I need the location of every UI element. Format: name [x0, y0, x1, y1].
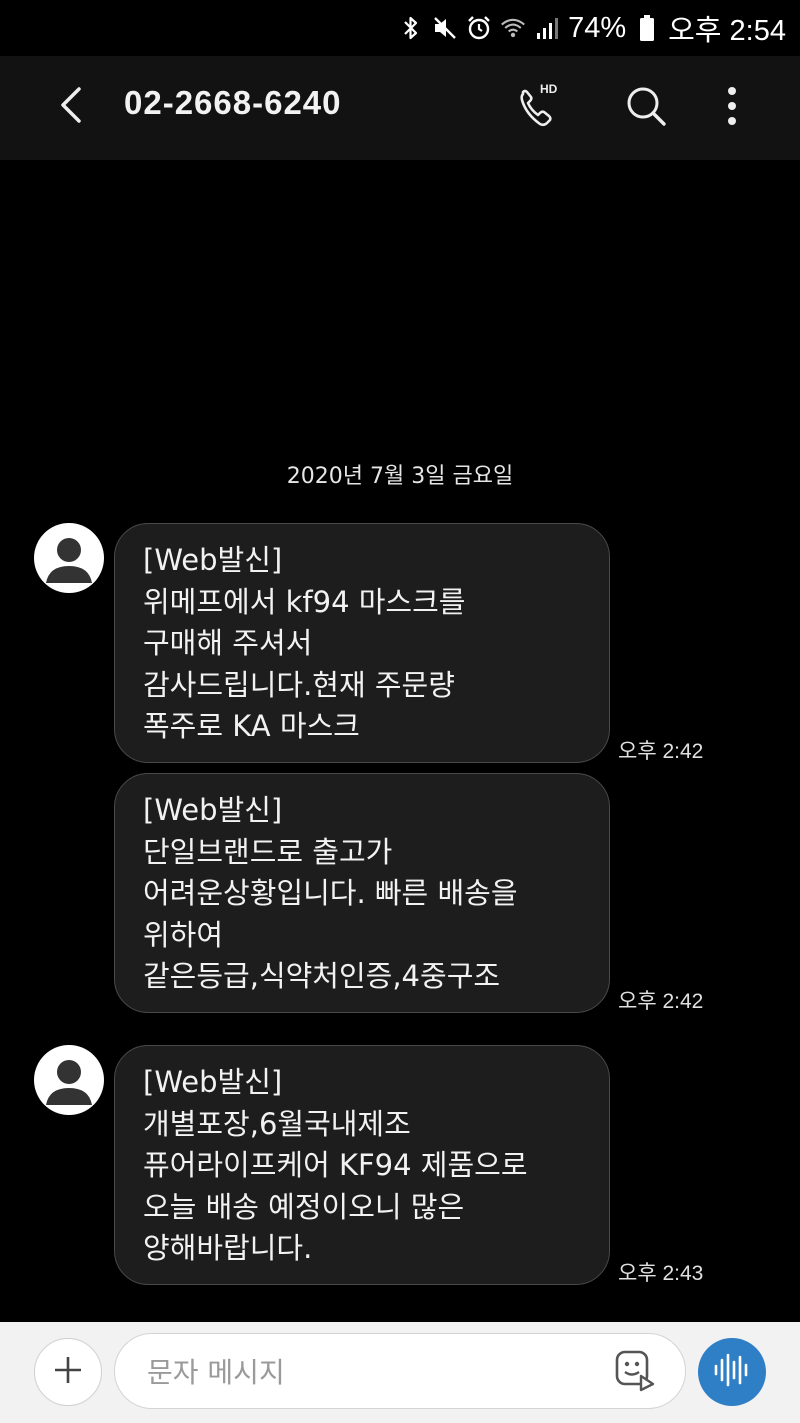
message-input-container	[114, 1333, 686, 1409]
sticker-icon	[613, 1348, 657, 1396]
hd-badge: HD	[540, 82, 558, 96]
bluetooth-icon	[398, 15, 424, 41]
message-line: 오늘 배송 예정이오니 많은	[143, 1189, 465, 1224]
message-time: 오후 2:43	[618, 1262, 704, 1285]
message-bubble[interactable]: [Web발신] 위메프에서 kf94 마스크를 구매해 주셔서 감사드립니다.현…	[114, 523, 610, 763]
message-line: 구매해 주셔서	[143, 626, 313, 660]
message-line: 퓨어라이프케어 KF94 제품으로	[143, 1148, 528, 1182]
more-vert-icon	[726, 86, 738, 130]
hd-call-button[interactable]: HD	[512, 82, 564, 134]
voice-input-button[interactable]	[698, 1338, 766, 1406]
search-button[interactable]	[620, 82, 672, 134]
message-line: 위하여	[143, 917, 224, 952]
date-separator: 2020년 7월 3일 금요일	[286, 464, 514, 489]
message-line: [Web발신]	[143, 543, 283, 577]
back-button[interactable]	[46, 82, 96, 132]
message-line: 어려운상황입니다. 빠른 배송을	[143, 876, 518, 910]
status-time: 오후 2:54	[668, 15, 786, 47]
message-line: 감사드립니다.현재 주문량	[143, 667, 455, 702]
wifi-icon	[500, 15, 526, 41]
message-line: 위메프에서 kf94 마스크를	[143, 584, 466, 619]
message-line: [Web발신]	[143, 1065, 283, 1099]
status-icons: 74% 오후 2:54	[398, 8, 786, 48]
message-line: 같은등급,식약처인증,4중구조	[143, 959, 501, 993]
sender-avatar[interactable]	[34, 1045, 104, 1115]
hd-call-icon: HD	[514, 82, 562, 132]
signal-icon	[534, 15, 560, 41]
contact-title: 02-2668-6240	[124, 84, 342, 121]
person-icon	[34, 523, 104, 593]
message-line: [Web발신]	[143, 793, 283, 827]
message-bubble[interactable]: [Web발신] 개별포장,6월국내제조 퓨어라이프케어 KF94 제품으로 오늘…	[114, 1045, 610, 1285]
message-line: 폭주로 KA 마스크	[143, 709, 360, 743]
conversation-header: 02-2668-6240 HD	[0, 56, 800, 160]
message-bubble[interactable]: [Web발신] 단일브랜드로 출고가 어려운상황입니다. 빠른 배송을 위하여 …	[114, 773, 610, 1013]
voice-input-icon	[712, 1352, 752, 1392]
message-input[interactable]	[145, 1346, 589, 1398]
sticker-button[interactable]	[611, 1348, 659, 1396]
back-arrow-icon	[57, 85, 85, 129]
status-bar: 74% 오후 2:54	[0, 0, 800, 56]
sender-avatar[interactable]	[34, 523, 104, 593]
alarm-icon	[466, 15, 492, 41]
mute-icon	[432, 15, 458, 41]
message-time: 오후 2:42	[618, 990, 704, 1013]
battery-percent: 74%	[568, 11, 627, 44]
plus-icon	[52, 1354, 84, 1390]
message-time: 오후 2:42	[618, 740, 704, 763]
message-line: 양해바랍니다.	[143, 1231, 313, 1265]
search-icon	[624, 84, 668, 132]
person-icon	[34, 1045, 104, 1115]
add-attachment-button[interactable]	[34, 1338, 102, 1406]
message-composer	[0, 1322, 800, 1423]
message-line: 단일브랜드로 출고가	[143, 834, 393, 869]
message-line: 개별포장,6월국내제조	[143, 1106, 411, 1141]
battery-icon	[634, 15, 660, 41]
more-options-button[interactable]	[706, 82, 758, 134]
